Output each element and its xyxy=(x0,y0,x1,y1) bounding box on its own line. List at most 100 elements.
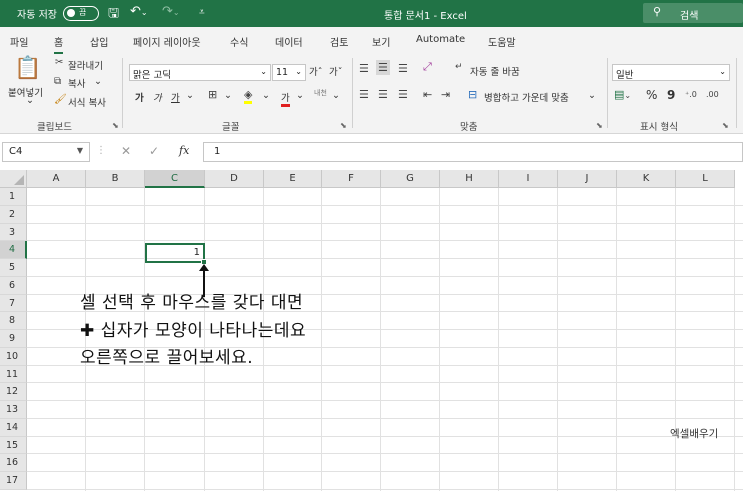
column-header-e[interactable]: E xyxy=(264,170,322,188)
cut-icon[interactable]: ✂ xyxy=(55,57,63,68)
phonetic-button[interactable]: 내천 xyxy=(314,88,327,98)
copy-arrow[interactable]: ⌄ xyxy=(94,76,102,87)
autosave-toggle[interactable]: 끔 xyxy=(63,6,99,21)
increase-indent-icon[interactable]: ⇥ xyxy=(441,88,450,101)
paste-arrow[interactable]: ⌄ xyxy=(26,95,34,106)
tab-automate[interactable]: Automate xyxy=(416,34,465,45)
column-header-a[interactable]: A xyxy=(27,170,86,188)
copy-button[interactable]: 복사 xyxy=(68,76,85,90)
selected-cell-c4[interactable]: 1 xyxy=(145,243,205,263)
row-header-6[interactable]: 6 xyxy=(0,276,27,295)
column-header-l[interactable]: L xyxy=(676,170,735,188)
align-center-icon[interactable]: ☰ xyxy=(378,88,388,101)
save-icon[interactable]: 🖫 xyxy=(108,4,119,26)
customize-toolbar-icon[interactable]: ⩡ xyxy=(199,7,205,18)
row-header-10[interactable]: 10 xyxy=(0,347,27,366)
italic-button[interactable]: 가 xyxy=(153,90,162,104)
alignment-launcher-icon[interactable]: ⬊ xyxy=(596,121,603,130)
formula-input[interactable]: 1 xyxy=(203,142,743,162)
font-launcher-icon[interactable]: ⬊ xyxy=(340,121,347,130)
borders-arrow[interactable]: ⌄ xyxy=(224,90,232,101)
column-header-i[interactable]: I xyxy=(499,170,558,188)
shrink-font-button[interactable]: 가ˇ xyxy=(329,64,343,78)
column-header-f[interactable]: F xyxy=(322,170,381,188)
align-right-icon[interactable]: ☰ xyxy=(398,88,408,101)
tab-help[interactable]: 도움말 xyxy=(488,34,516,49)
align-top-icon[interactable]: ☰ xyxy=(359,62,369,75)
copy-icon[interactable]: ⧉ xyxy=(54,76,61,87)
tab-insert[interactable]: 삽입 xyxy=(90,34,108,49)
row-header-3[interactable]: 3 xyxy=(0,223,27,242)
font-color-arrow[interactable]: ⌄ xyxy=(296,90,304,101)
tab-formulas[interactable]: 수식 xyxy=(230,34,248,49)
row-header-13[interactable]: 13 xyxy=(0,401,27,419)
column-header-d[interactable]: D xyxy=(205,170,264,188)
row-header-9[interactable]: 9 xyxy=(0,330,27,348)
cancel-icon[interactable]: ✕ xyxy=(121,144,131,158)
row-header-15[interactable]: 15 xyxy=(0,436,27,455)
fill-color-arrow[interactable]: ⌄ xyxy=(262,90,270,101)
underline-arrow[interactable]: ⌄ xyxy=(186,90,194,101)
tab-home[interactable]: 홈 xyxy=(54,34,64,54)
fill-color-icon[interactable]: ◈ xyxy=(244,88,253,104)
row-header-11[interactable]: 11 xyxy=(0,365,27,384)
row-header-7[interactable]: 7 xyxy=(0,294,27,313)
row-header-5[interactable]: 5 xyxy=(0,259,27,277)
column-header-b[interactable]: B xyxy=(86,170,145,188)
grow-font-button[interactable]: 가ˆ xyxy=(309,64,323,78)
font-color-button[interactable]: 가 xyxy=(281,90,290,107)
row-header-2[interactable]: 2 xyxy=(0,205,27,224)
column-header-k[interactable]: K xyxy=(617,170,676,188)
row-header-16[interactable]: 16 xyxy=(0,454,27,472)
cut-button[interactable]: 잘라내기 xyxy=(68,58,103,72)
underline-button[interactable]: 가 xyxy=(171,90,180,104)
wrap-text-icon[interactable]: ↵ xyxy=(455,62,463,72)
redo-icon[interactable]: ↷⌄ xyxy=(162,4,180,19)
row-header-12[interactable]: 12 xyxy=(0,383,27,401)
enter-icon[interactable]: ✓ xyxy=(149,144,159,158)
format-painter-icon[interactable]: 🖌 xyxy=(54,94,67,105)
row-header-4[interactable]: 4 xyxy=(0,241,27,259)
insert-function-button[interactable]: fx xyxy=(179,144,189,157)
column-header-h[interactable]: H xyxy=(440,170,499,188)
tab-view[interactable]: 보기 xyxy=(372,34,390,49)
undo-icon[interactable]: ↶⌄ xyxy=(130,4,148,19)
tab-data[interactable]: 데이터 xyxy=(275,34,303,49)
comma-button[interactable]: 9 xyxy=(667,88,675,102)
column-header-j[interactable]: J xyxy=(558,170,617,188)
phonetic-arrow[interactable]: ⌄ xyxy=(332,90,340,101)
search-box[interactable]: ⚲ 검색 xyxy=(643,3,743,23)
formula-bar-splitter[interactable]: ⋮ xyxy=(96,145,106,156)
merge-center-arrow[interactable]: ⌄ xyxy=(588,90,596,101)
merge-center-button[interactable]: 병합하고 가운데 맞춤 xyxy=(484,90,569,104)
decrease-decimal-icon[interactable]: .00 xyxy=(706,90,719,99)
number-launcher-icon[interactable]: ⬊ xyxy=(722,121,729,130)
column-header-g[interactable]: G xyxy=(381,170,440,188)
row-header-14[interactable]: 14 xyxy=(0,418,27,437)
row-header-8[interactable]: 8 xyxy=(0,312,27,330)
tab-review[interactable]: 검토 xyxy=(330,34,348,49)
paste-icon[interactable]: 📋 xyxy=(14,56,41,81)
orientation-icon[interactable]: ⤢ xyxy=(423,60,432,74)
name-box[interactable]: C4 ▼ xyxy=(2,142,90,162)
bold-button[interactable]: 가 xyxy=(135,90,144,104)
column-header-c[interactable]: C xyxy=(145,170,205,188)
align-middle-icon[interactable]: ☰ xyxy=(376,60,390,75)
currency-format-icon[interactable]: ▤⌄ xyxy=(614,88,631,101)
tab-page-layout[interactable]: 페이지 레이아웃 xyxy=(133,34,201,49)
format-painter-button[interactable]: 서식 복사 xyxy=(68,95,106,109)
row-header-1[interactable]: 1 xyxy=(0,188,27,206)
merge-center-icon[interactable]: ⊟ xyxy=(468,88,477,101)
align-left-icon[interactable]: ☰ xyxy=(359,88,369,101)
percent-button[interactable]: % xyxy=(646,88,657,102)
wrap-text-button[interactable]: 자동 줄 바꿈 xyxy=(470,64,520,78)
borders-icon[interactable]: ⊞ xyxy=(208,88,217,101)
tab-file[interactable]: 파일 xyxy=(10,34,28,49)
row-header-17[interactable]: 17 xyxy=(0,472,27,490)
align-bottom-icon[interactable]: ☰ xyxy=(398,62,408,75)
increase-decimal-icon[interactable]: ⁺.0 xyxy=(685,90,697,99)
worksheet-grid[interactable]: ABCDEFGHIJKL 1 2 3 4 5 6 7 8 9 10 11 12 13 14 15 16 17 1… xyxy=(0,170,743,491)
number-format-combo[interactable]: 일반 ⌄ xyxy=(612,64,730,81)
decrease-indent-icon[interactable]: ⇤ xyxy=(423,88,432,101)
font-size-combo[interactable]: 11 ⌄ xyxy=(272,64,306,81)
